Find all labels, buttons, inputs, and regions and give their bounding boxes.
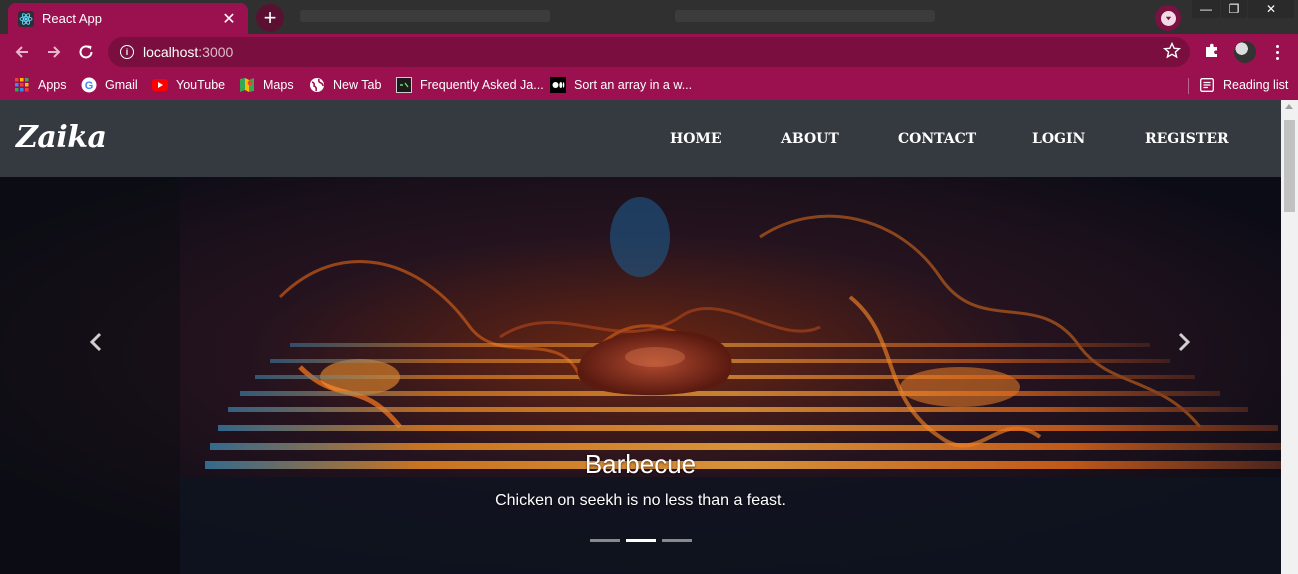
reload-button[interactable] <box>72 38 100 66</box>
nav-login[interactable]: LOGIN <box>1032 131 1085 147</box>
page-scrollbar[interactable] <box>1281 100 1298 574</box>
bookmark-apps[interactable]: Apps <box>14 75 67 95</box>
google-icon: G <box>81 77 97 93</box>
apps-grid-icon <box>14 77 30 93</box>
menu-dots-icon[interactable] <box>1268 41 1286 63</box>
globe-icon <box>309 77 325 93</box>
new-tab-button[interactable]: + <box>256 4 284 32</box>
profile-avatar[interactable] <box>1234 41 1256 63</box>
site-navbar: Zaika HOME ABOUT CONTACT LOGIN REGISTER <box>0 100 1281 177</box>
chevron-right-icon <box>1178 332 1191 352</box>
bookmark-frequently-asked[interactable]: Frequently Asked Ja... <box>396 75 544 95</box>
background-blur <box>300 10 550 22</box>
carousel-indicators <box>590 539 692 542</box>
arrow-left-icon <box>15 46 28 58</box>
maps-icon <box>239 77 255 93</box>
info-icon[interactable]: i <box>120 45 134 59</box>
bookmark-label: Maps <box>263 78 294 92</box>
reading-list-icon <box>1199 77 1215 93</box>
nav-home[interactable]: HOME <box>670 131 722 147</box>
arrow-right-icon <box>48 46 61 58</box>
carousel-next-button[interactable] <box>1169 327 1199 357</box>
youtube-icon <box>152 77 168 93</box>
indicator-slide-1[interactable] <box>590 539 620 542</box>
bookmark-label: Frequently Asked Ja... <box>420 78 544 92</box>
bookmark-youtube[interactable]: YouTube <box>152 75 225 95</box>
tab-search-button[interactable] <box>1155 5 1181 31</box>
barbecue-grill-image <box>0 177 1281 574</box>
caption-title: Barbecue <box>584 449 697 479</box>
site-icon <box>396 77 412 93</box>
web-page: Zaika HOME ABOUT CONTACT LOGIN REGISTER <box>0 100 1298 574</box>
reading-list-label: Reading list <box>1223 78 1289 92</box>
browser-tab[interactable]: React App ✕ <box>8 3 248 34</box>
bookmark-label: New Tab <box>333 78 382 92</box>
indicator-slide-3[interactable] <box>662 539 692 542</box>
forward-button[interactable] <box>40 38 68 66</box>
hero-carousel: Barbecue Chicken on seekh is no less tha… <box>0 177 1281 574</box>
carousel-prev-button[interactable] <box>81 327 111 357</box>
back-button[interactable] <box>8 38 36 66</box>
bookmark-gmail[interactable]: G Gmail <box>81 75 138 95</box>
svg-text:G: G <box>85 80 94 92</box>
url-host: localhost <box>143 44 199 60</box>
tab-strip: React App ✕ + — ❐ ✕ <box>0 0 1298 34</box>
close-tab-icon[interactable]: ✕ <box>220 10 238 28</box>
scroll-up-icon[interactable] <box>1285 104 1293 109</box>
bookmark-label: YouTube <box>176 78 226 92</box>
bookmark-new-tab[interactable]: New Tab <box>309 75 381 95</box>
nav-about[interactable]: ABOUT <box>781 131 839 147</box>
url-port: :3000 <box>198 44 234 60</box>
minimize-button[interactable]: — <box>1192 0 1220 18</box>
reading-list-button[interactable]: Reading list <box>1199 75 1288 95</box>
nav-register[interactable]: REGISTER <box>1145 131 1229 147</box>
bookmark-star-icon[interactable] <box>1162 41 1182 61</box>
caption-text: Chicken on seekh is no less than a feast… <box>495 492 786 509</box>
extensions-puzzle-icon[interactable] <box>1202 41 1222 61</box>
tab-title: React App <box>42 11 102 26</box>
address-bar[interactable]: i localhost:3000 <box>108 37 1190 67</box>
medium-icon <box>550 77 566 93</box>
chevron-left-icon <box>89 332 102 352</box>
bookmark-maps[interactable]: Maps <box>239 75 294 95</box>
react-icon <box>18 10 34 27</box>
background-blur <box>675 10 935 22</box>
scrollbar-thumb[interactable] <box>1284 120 1295 212</box>
chevron-down-icon <box>1160 10 1176 26</box>
bookmarks-bar: Apps G Gmail YouTube Maps New Tab Freque… <box>0 70 1298 100</box>
bookmark-label: Gmail <box>105 78 138 92</box>
close-window-button[interactable]: ✕ <box>1248 0 1294 18</box>
indicator-slide-2[interactable] <box>626 539 656 542</box>
bookmark-sort-array[interactable]: Sort an array in a w... <box>550 75 692 95</box>
bookmark-label: Sort an array in a w... <box>574 78 693 92</box>
bookmarks-divider <box>1188 78 1189 94</box>
nav-contact[interactable]: CONTACT <box>898 131 976 147</box>
brand-logo[interactable]: Zaika <box>16 120 107 155</box>
browser-toolbar: i localhost:3000 <box>0 34 1298 70</box>
maximize-button[interactable]: ❐ <box>1221 0 1247 18</box>
reload-icon <box>79 45 93 59</box>
bookmark-label: Apps <box>38 78 67 92</box>
